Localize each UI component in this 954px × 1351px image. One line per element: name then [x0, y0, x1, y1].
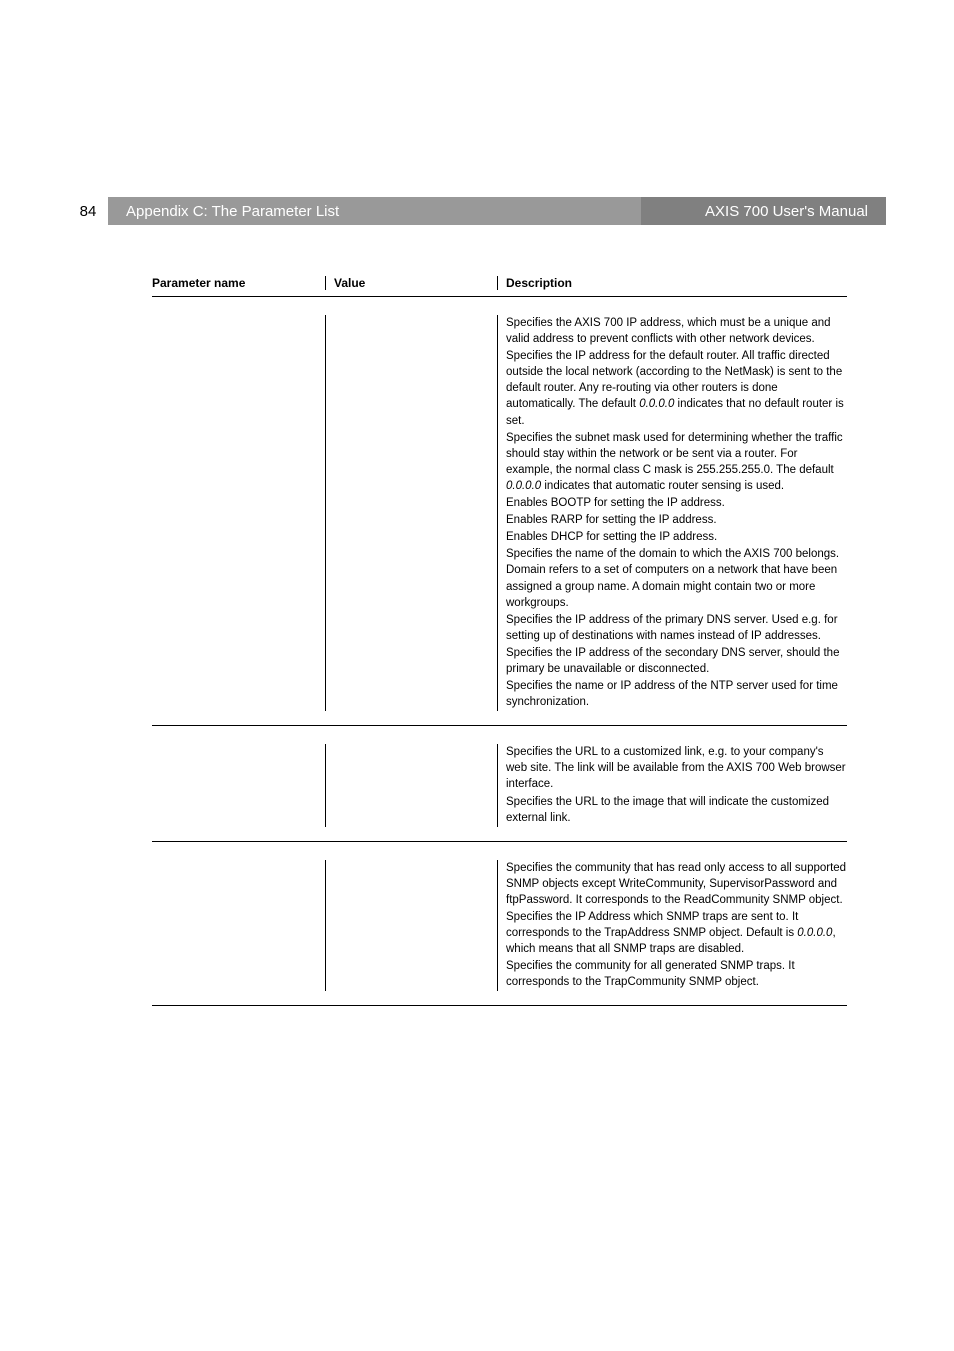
page-number: 84 [80, 203, 97, 220]
description-cell: Specifies the AXIS 700 IP address, which… [498, 315, 847, 711]
value-cell [326, 860, 498, 992]
value-cell [326, 315, 498, 711]
description-text: 0.0.0.0 [639, 398, 674, 410]
parameter-name-cell [152, 744, 326, 826]
description-text: Enables DHCP for setting the IP address. [506, 531, 717, 543]
description-text: Specifies the name of the domain to whic… [506, 548, 839, 608]
description-paragraph: Specifies the IP address of the secondar… [506, 645, 847, 677]
description-paragraph: Specifies the IP address of the primary … [506, 612, 847, 644]
description-text: Specifies the URL to the image that will… [506, 796, 829, 824]
description-text: Enables RARP for setting the IP address. [506, 514, 717, 526]
table-section: Specifies the community that has read on… [152, 860, 847, 1007]
description-paragraph: Specifies the subnet mask used for deter… [506, 430, 847, 494]
header-right-section: AXIS 700 User's Manual [641, 197, 886, 225]
description-paragraph: Specifies the AXIS 700 IP address, which… [506, 315, 847, 347]
description-paragraph: Enables RARP for setting the IP address. [506, 512, 847, 528]
description-text: Specifies the community for all generate… [506, 960, 795, 988]
parameter-name-cell [152, 860, 326, 992]
appendix-title: Appendix C: The Parameter List [126, 203, 339, 220]
description-text: Specifies the IP address of the primary … [506, 614, 838, 642]
table-header-row: Parameter name Value Description [152, 276, 847, 297]
description-text: Enables BOOTP for setting the IP address… [506, 497, 725, 509]
description-text: Specifies the IP Address which SNMP trap… [506, 911, 798, 939]
description-cell: Specifies the URL to a customized link, … [498, 744, 847, 826]
header-left-section: Appendix C: The Parameter List [108, 197, 641, 225]
description-text: 0.0.0.0 [797, 927, 832, 939]
description-paragraph: Specifies the URL to a customized link, … [506, 744, 847, 792]
description-paragraph: Enables DHCP for setting the IP address. [506, 529, 847, 545]
description-paragraph: Specifies the name or IP address of the … [506, 678, 847, 710]
table-content: Parameter name Value Description Specifi… [152, 276, 847, 1024]
table-section: Specifies the AXIS 700 IP address, which… [152, 315, 847, 726]
manual-title: AXIS 700 User's Manual [705, 203, 868, 220]
parameter-name-cell [152, 315, 326, 711]
table-section: Specifies the URL to a customized link, … [152, 744, 847, 841]
page-number-box: 84 [68, 197, 108, 225]
description-text: Specifies the community that has read on… [506, 862, 846, 906]
description-cell: Specifies the community that has read on… [498, 860, 847, 992]
description-text: indicates that automatic router sensing … [541, 480, 784, 492]
description-text: Specifies the AXIS 700 IP address, which… [506, 317, 831, 345]
column-header-parameter: Parameter name [152, 276, 326, 290]
description-text: Specifies the name or IP address of the … [506, 680, 838, 708]
description-paragraph: Specifies the name of the domain to whic… [506, 546, 847, 610]
description-paragraph: Specifies the IP address for the default… [506, 348, 847, 428]
description-paragraph: Specifies the community that has read on… [506, 860, 847, 908]
description-text: Specifies the URL to a customized link, … [506, 746, 846, 790]
description-text: 0.0.0.0 [506, 480, 541, 492]
description-text: Specifies the IP address of the secondar… [506, 647, 839, 675]
description-paragraph: Specifies the community for all generate… [506, 958, 847, 990]
page-header: 84 Appendix C: The Parameter List AXIS 7… [68, 197, 886, 225]
description-text: Specifies the subnet mask used for deter… [506, 432, 843, 476]
column-header-value: Value [326, 276, 498, 290]
description-paragraph: Enables BOOTP for setting the IP address… [506, 495, 847, 511]
column-header-description: Description [498, 276, 847, 290]
description-paragraph: Specifies the URL to the image that will… [506, 794, 847, 826]
description-paragraph: Specifies the IP Address which SNMP trap… [506, 909, 847, 957]
value-cell [326, 744, 498, 826]
